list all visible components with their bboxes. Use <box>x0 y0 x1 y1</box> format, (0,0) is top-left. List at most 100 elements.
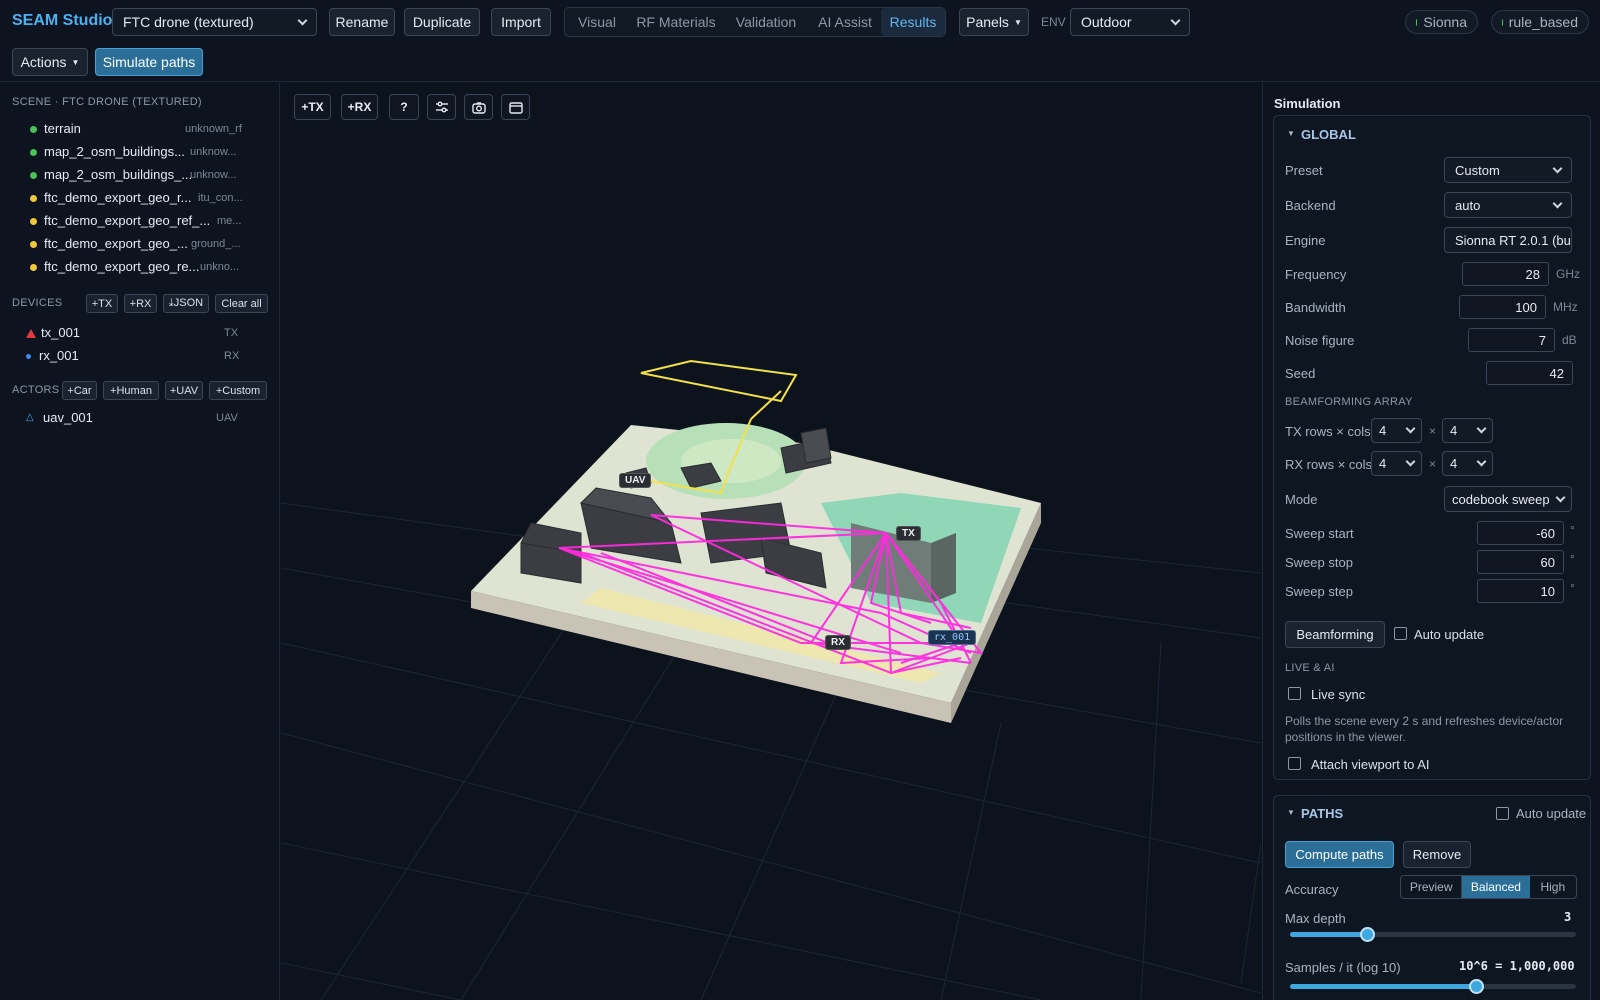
scene-item-terrain[interactable]: terrain unknown_rf <box>0 119 280 141</box>
sweep-start-input[interactable]: -60 <box>1477 521 1564 545</box>
engine-select[interactable]: Sionna RT 2.0.1 (bu <box>1444 227 1572 253</box>
rename-button[interactable]: Rename <box>329 8 395 36</box>
engine-label: Engine <box>1285 233 1326 248</box>
tab-validation[interactable]: Validation <box>725 8 807 36</box>
times-sign: × <box>1429 457 1437 471</box>
beamforming-auto-update-checkbox[interactable] <box>1394 627 1407 640</box>
tab-results[interactable]: Results <box>881 8 945 36</box>
scene-select[interactable]: FTC drone (textured) <box>112 8 317 36</box>
degree-unit: ° <box>1570 523 1575 537</box>
panels-button[interactable]: Panels ▼ <box>959 8 1029 36</box>
rx-dot-icon <box>26 354 31 359</box>
frequency-unit: GHz <box>1556 267 1580 281</box>
add-human-button[interactable]: +Human <box>103 381 159 400</box>
paths-auto-update-checkbox[interactable] <box>1496 807 1509 820</box>
mode-select[interactable]: codebook sweep <box>1444 486 1572 512</box>
clear-all-button[interactable]: Clear all <box>215 294 268 313</box>
add-tx-button[interactable]: +TX <box>86 294 118 313</box>
rx-cols-value: 4 <box>1450 456 1458 471</box>
compute-paths-button[interactable]: Compute paths <box>1285 841 1394 868</box>
sweep-stop-input[interactable]: 60 <box>1477 550 1564 574</box>
collapse-toggle-icon[interactable]: ▼ <box>1287 808 1295 817</box>
rx-cols-select[interactable]: 4 <box>1442 451 1493 476</box>
add-tx-tool-button[interactable]: +TX <box>294 94 331 120</box>
tx-cols-select[interactable]: 4 <box>1442 418 1493 443</box>
chevron-down-icon <box>1552 198 1563 208</box>
tx-rows-select[interactable]: 4 <box>1371 418 1422 443</box>
mode-label: Mode <box>1285 492 1318 507</box>
env-select[interactable]: Outdoor <box>1070 8 1190 36</box>
rx-device-label[interactable]: rx_001 <box>928 630 977 645</box>
add-rx-tool-button[interactable]: +RX <box>341 94 378 120</box>
actions-button[interactable]: Actions ▼ <box>12 48 88 76</box>
calendar-button[interactable] <box>501 94 530 120</box>
scene-item[interactable]: ftc_demo_export_geo_... ground_... <box>0 234 280 256</box>
scene-item[interactable]: map_2_osm_buildings... unknow... <box>0 142 280 164</box>
device-item-rx[interactable]: rx_001 RX <box>0 346 280 368</box>
scene-item-material: me... <box>217 215 242 227</box>
status-dot-icon <box>30 172 37 179</box>
noise-figure-input[interactable]: 7 <box>1468 328 1555 352</box>
bandwidth-input[interactable]: 100 <box>1459 295 1546 319</box>
scene-item[interactable]: ftc_demo_export_geo_re... unkno... <box>0 257 280 279</box>
rx-label[interactable]: RX <box>825 635 851 650</box>
actor-item-uav[interactable]: △ uav_001 UAV <box>0 408 280 430</box>
remove-paths-button[interactable]: Remove <box>1403 841 1471 868</box>
tx-label[interactable]: TX <box>896 526 921 541</box>
scene-item[interactable]: ftc_demo_export_geo_ref_... me... <box>0 211 280 233</box>
times-sign: × <box>1429 424 1437 438</box>
backend-select[interactable]: auto <box>1444 192 1572 218</box>
max-depth-slider[interactable] <box>1290 927 1576 942</box>
calendar-icon <box>508 101 523 114</box>
sliders-icon <box>435 101 448 113</box>
tab-visual[interactable]: Visual <box>567 8 627 36</box>
add-car-button[interactable]: +Car <box>62 381 97 400</box>
samples-slider-thumb[interactable] <box>1468 979 1484 994</box>
samples-label: Samples / it (log 10) <box>1285 960 1401 975</box>
scene-item-name: ftc_demo_export_geo_... <box>44 236 188 251</box>
export-json-button[interactable]: ⤓JSON <box>163 294 209 313</box>
accuracy-balanced[interactable]: Balanced <box>1462 876 1530 898</box>
scene-item[interactable]: map_2_osm_buildings_... unknow... <box>0 165 280 187</box>
simulate-paths-button[interactable]: Simulate paths <box>95 48 203 76</box>
tab-ai-assist[interactable]: AI Assist <box>809 8 881 36</box>
add-uav-button[interactable]: +UAV <box>165 381 203 400</box>
paths-header[interactable]: PATHS <box>1301 806 1343 821</box>
rx-rows-select[interactable]: 4 <box>1371 451 1422 476</box>
global-header[interactable]: GLOBAL <box>1301 127 1356 142</box>
preset-select[interactable]: Custom <box>1444 157 1572 183</box>
accuracy-high[interactable]: High <box>1530 876 1576 898</box>
add-custom-button[interactable]: +Custom <box>209 381 267 400</box>
samples-slider[interactable] <box>1290 979 1576 994</box>
scene-select-value: FTC drone (textured) <box>123 14 254 30</box>
add-rx-button[interactable]: +RX <box>124 294 157 313</box>
noise-figure-unit: dB <box>1562 333 1577 347</box>
viewport-3d[interactable]: +TX +RX ? UAV TX RX rx_001 <box>281 83 1261 1000</box>
frequency-input[interactable]: 28 <box>1462 262 1549 286</box>
beamforming-button[interactable]: Beamforming <box>1285 621 1385 648</box>
duplicate-button[interactable]: Duplicate <box>404 8 480 36</box>
app-title: SEAM Studio <box>12 12 113 29</box>
live-sync-checkbox[interactable] <box>1288 687 1301 700</box>
max-depth-slider-thumb[interactable] <box>1360 927 1376 942</box>
tab-rf-materials[interactable]: RF Materials <box>629 8 723 36</box>
accuracy-preview[interactable]: Preview <box>1401 876 1463 898</box>
import-button[interactable]: Import <box>491 8 551 36</box>
uav-label[interactable]: UAV <box>619 473 652 488</box>
help-button[interactable]: ? <box>389 94 419 120</box>
chevron-down-icon <box>1552 163 1563 173</box>
global-section: ▼ GLOBAL Preset Custom Backend auto Engi… <box>1273 115 1591 780</box>
screenshot-button[interactable] <box>464 94 493 120</box>
sweep-step-input[interactable]: 10 <box>1477 579 1564 603</box>
seed-input[interactable]: 42 <box>1486 361 1573 385</box>
auto-update-label: Auto update <box>1414 627 1485 642</box>
collapse-toggle-icon[interactable]: ▼ <box>1287 129 1295 138</box>
tx-triangle-icon <box>26 329 36 338</box>
viewport-canvas[interactable] <box>281 83 1261 1000</box>
sliders-button[interactable] <box>427 94 456 120</box>
sweep-step-label: Sweep step <box>1285 584 1353 599</box>
scene-item[interactable]: ftc_demo_export_geo_r... itu_con... <box>0 188 280 210</box>
uav-triangle-icon: △ <box>26 412 34 423</box>
attach-viewport-checkbox[interactable] <box>1288 757 1301 770</box>
device-item-tx[interactable]: tx_001 TX <box>0 323 280 345</box>
